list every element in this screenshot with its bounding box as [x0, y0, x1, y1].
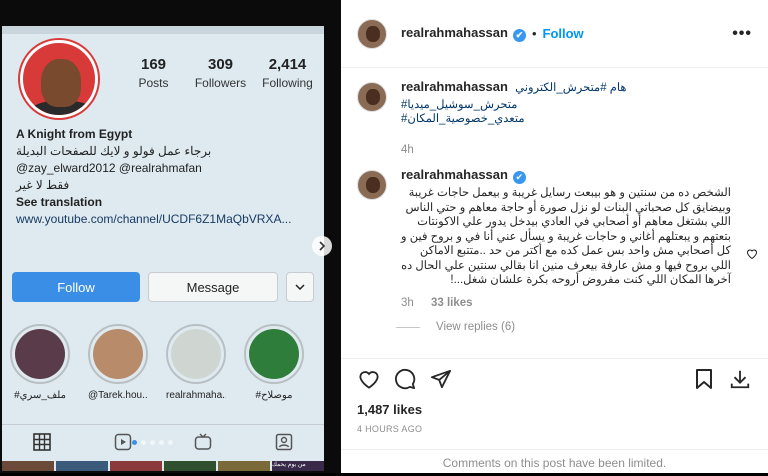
profile-name: A Knight from Egypt: [16, 127, 133, 141]
right-actions: [692, 367, 752, 391]
story-highlights: #ملف_سري @Tarek.hou... realrahmaha... #م…: [10, 324, 304, 401]
comment-avatar[interactable]: [357, 170, 387, 200]
profile-website: www.youtube.com/channel/UCDF6Z1MaQbVRXA.…: [16, 212, 292, 226]
see-translation: See translation: [16, 195, 103, 209]
comments-section: realrahmahassan هام #متحرش_الكتروني #متح…: [341, 68, 768, 358]
highlight-caption: #ملف_سري: [14, 390, 66, 401]
igtv-icon: [192, 431, 214, 453]
profile-tabs: [2, 424, 324, 453]
bio-mentions: @zay_elward2012 @realrahmafan: [16, 161, 202, 175]
grid-icon: [31, 431, 53, 453]
comment-body: realrahmahassan ✔ الشخص ده من سنتين و هو …: [401, 167, 731, 311]
followers-label: Followers: [194, 76, 247, 90]
grid-thumb: [56, 461, 108, 471]
profile-stats: 169 Posts 309 Followers 2,414 Following: [120, 56, 321, 90]
phone-top-edge: [2, 26, 324, 34]
tagged-icon: [273, 431, 295, 453]
carousel-next-button[interactable]: [312, 236, 332, 256]
highlight-thumb: [15, 329, 65, 379]
grid-thumb: [2, 461, 54, 471]
view-replies-label[interactable]: View replies (6): [436, 321, 515, 333]
post-image: 169 Posts 309 Followers 2,414 Following …: [0, 0, 341, 473]
followers-stat: 309 Followers: [187, 56, 254, 90]
carousel-dots: [132, 440, 173, 445]
post-actions: [341, 358, 768, 398]
header-separator: •: [531, 26, 537, 41]
following-count: 2,414: [268, 56, 307, 73]
highlight-item: realrahmaha...: [166, 324, 226, 401]
chevron-down-icon: [286, 272, 314, 302]
caption-hashtag[interactable]: #متعدي_خصوصية_المكان: [401, 112, 731, 127]
replies-line: [396, 326, 420, 328]
comment-text: الشخص ده من سنتين و هو بيبعت رسايل غريبة…: [401, 187, 731, 286]
caption-hashtag[interactable]: #متحرش_سوشيل_ميديا: [401, 98, 731, 113]
caption-username[interactable]: realrahmahassan: [401, 79, 508, 94]
grid-thumb: [164, 461, 216, 471]
verified-badge-icon: ✔: [512, 171, 526, 184]
following-stat: 2,414 Following: [254, 56, 321, 90]
more-options-icon[interactable]: •••: [732, 25, 752, 43]
download-icon[interactable]: [728, 367, 752, 391]
posts-count: 169: [140, 56, 167, 73]
post-header: realrahmahassan ✔ • Follow •••: [341, 0, 768, 68]
save-bookmark-icon[interactable]: [692, 367, 716, 391]
highlight-caption: realrahmaha...: [166, 390, 226, 401]
photo-message-button: Message: [148, 272, 278, 302]
comments-limited-notice: Comments on this post have been limited.: [341, 449, 768, 473]
highlight-thumb: [249, 329, 299, 379]
verified-badge-icon: ✔: [512, 29, 526, 42]
highlight-thumb: [93, 329, 143, 379]
posts-label: Posts: [138, 76, 169, 90]
header-username[interactable]: realrahmahassan ✔: [401, 25, 526, 42]
view-replies[interactable]: View replies (6): [396, 321, 515, 333]
caption-hashtag[interactable]: هام #متحرش_الكتروني: [515, 82, 626, 94]
bio-arabic-2: فقط لا غير: [16, 178, 70, 192]
highlight-item: #موصلاح: [244, 324, 304, 401]
post-panel: realrahmahassan ✔ • Follow ••• realrahmah…: [341, 0, 768, 473]
caption-time: 4h: [401, 143, 414, 156]
caption-avatar[interactable]: [357, 82, 387, 112]
header-avatar[interactable]: [357, 18, 387, 49]
following-label: Following: [262, 76, 313, 90]
phone-screen: 169 Posts 309 Followers 2,414 Following …: [2, 26, 324, 471]
like-comment-heart-icon[interactable]: [746, 246, 758, 264]
grid-thumb: [218, 461, 270, 471]
share-send-icon[interactable]: [429, 367, 453, 391]
grid-thumbnails: من يوم يحمك: [2, 461, 324, 471]
post-timestamp: 4 HOURS AGO: [357, 424, 423, 434]
caption: realrahmahassan هام #متحرش_الكتروني #متح…: [357, 79, 731, 157]
grid-thumb-caption: من يوم يحمك: [272, 461, 324, 471]
chevron-right-icon: [319, 241, 326, 251]
like-heart-icon[interactable]: [357, 367, 381, 391]
photo-follow-button: Follow: [12, 272, 140, 302]
profile-buttons: Follow Message: [12, 272, 314, 302]
likes-count[interactable]: 1,487 likes: [357, 402, 422, 417]
comment-bubble-icon[interactable]: [393, 367, 417, 391]
bio-arabic: برجاء عمل فولو و لايك للصفحات البديلة: [16, 144, 212, 158]
comment: realrahmahassan ✔ الشخص ده من سنتين و هو …: [357, 167, 731, 311]
highlight-caption: @Tarek.hou...: [88, 390, 148, 401]
grid-thumb: [110, 461, 162, 471]
comment-username[interactable]: realrahmahassan: [401, 167, 508, 182]
profile-bio: A Knight from Egypt برجاء عمل فولو و لاي…: [16, 126, 316, 228]
caption-body: realrahmahassan هام #متحرش_الكتروني #متح…: [401, 79, 731, 157]
comment-time: 3h: [401, 296, 414, 309]
profile-avatar: [20, 40, 98, 118]
highlight-thumb: [171, 329, 221, 379]
follow-button[interactable]: Follow: [543, 26, 584, 41]
followers-count: 309: [207, 56, 234, 73]
comment-meta: 3h 33 likes: [401, 296, 731, 311]
posts-stat: 169 Posts: [120, 56, 187, 90]
reels-icon: [112, 431, 134, 453]
comment-likes[interactable]: 33 likes: [431, 297, 473, 309]
highlight-caption: #موصلاح: [255, 390, 293, 401]
highlight-item: #ملف_سري: [10, 324, 70, 401]
highlight-item: @Tarek.hou...: [88, 324, 148, 401]
